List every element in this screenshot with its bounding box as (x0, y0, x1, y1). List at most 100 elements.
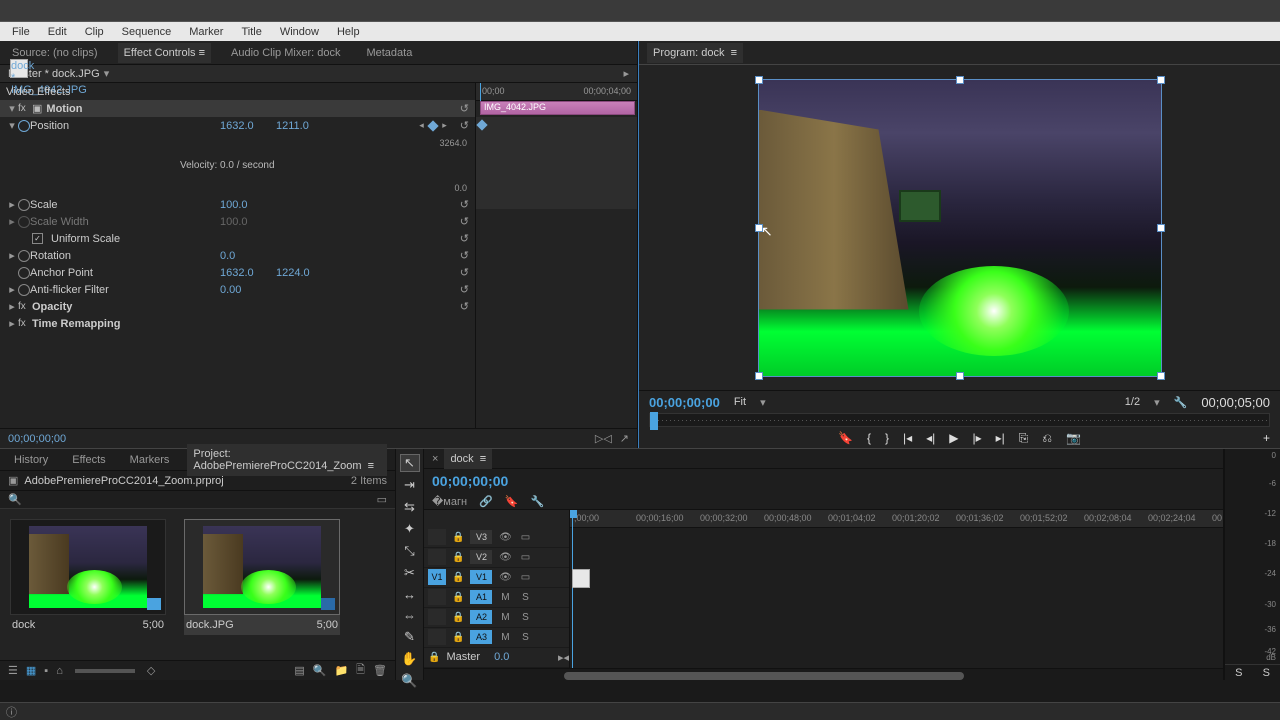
mute-a2-icon[interactable]: M (498, 612, 512, 623)
lock-v3-icon[interactable]: 🔒 (452, 532, 464, 543)
linked-selection-icon[interactable]: 🔗 (479, 495, 493, 508)
solo-a1-icon[interactable]: S (518, 592, 532, 603)
timeline-playhead[interactable] (572, 510, 573, 668)
lock-a2-icon[interactable]: 🔒 (452, 612, 464, 623)
track-a1[interactable]: A1 (470, 590, 492, 604)
motion-label[interactable]: Motion (46, 103, 82, 115)
reset-rotation-icon[interactable]: ↺ (460, 249, 469, 262)
reset-scalewidth-icon[interactable]: ↺ (460, 215, 469, 228)
eye-v2-icon[interactable]: 👁 (498, 552, 512, 563)
reset-antiflicker-icon[interactable]: ↺ (460, 283, 469, 296)
lock-v2-icon[interactable]: 🔒 (452, 552, 464, 563)
loop-playback-icon[interactable]: ▷◁ (595, 432, 612, 445)
menu-clip[interactable]: Clip (77, 24, 112, 40)
position-y-value[interactable]: 1211.0 (276, 120, 332, 132)
ec-timecode[interactable]: 00;00;00;00 (8, 433, 66, 445)
rotation-value[interactable]: 0.0 (220, 250, 276, 262)
lock-master-icon[interactable]: 🔒 (428, 652, 440, 663)
menu-edit[interactable]: Edit (40, 24, 75, 40)
step-back-icon[interactable]: ◂| (926, 431, 935, 445)
timeline-clip[interactable] (572, 569, 590, 588)
anchor-x-value[interactable]: 1632.0 (220, 267, 276, 279)
handle-tr[interactable] (1157, 76, 1165, 84)
solo-right-icon[interactable]: S (1263, 667, 1270, 679)
tl-settings-icon[interactable]: 🔧 (530, 495, 544, 508)
bin-item-sequence[interactable]: dock5;00 (10, 519, 166, 650)
list-view-icon[interactable]: ☰ (8, 664, 18, 677)
freeform-view-icon[interactable]: ▪ (44, 665, 48, 677)
program-time-ruler[interactable] (649, 413, 1270, 427)
twirl-position[interactable]: ▾ (6, 119, 18, 132)
lock-v1-icon[interactable]: 🔒 (452, 572, 464, 583)
sync-v3-icon[interactable]: ▭ (518, 532, 532, 543)
twirl-motion[interactable]: ▾ (6, 102, 18, 115)
reset-anchor-icon[interactable]: ↺ (460, 266, 469, 279)
search-icon[interactable]: 🔍 (8, 493, 22, 506)
mark-in-icon[interactable]: { (867, 431, 871, 445)
status-info-icon[interactable]: ⓘ (6, 704, 17, 720)
tab-effect-controls[interactable]: Effect Controls ≡ (118, 43, 211, 63)
tab-effects[interactable]: Effects (66, 450, 111, 470)
scale-value[interactable]: 100.0 (220, 199, 276, 211)
sync-v2-icon[interactable]: ▭ (518, 552, 532, 563)
position-x-value[interactable]: 1632.0 (220, 120, 276, 132)
filter-bin-icon[interactable]: ▭ (377, 493, 387, 506)
handle-br[interactable] (1157, 372, 1165, 380)
sort-icon-icon[interactable]: ⌂ (56, 665, 63, 677)
clip-link[interactable]: dock * IMG_4042.JPG (10, 59, 28, 78)
tab-markers[interactable]: Markers (124, 450, 176, 470)
mute-a1-icon[interactable]: M (498, 592, 512, 603)
opacity-label[interactable]: Opacity (32, 301, 72, 313)
program-timecode[interactable]: 00;00;00;00 (649, 395, 720, 410)
tab-audio-mixer[interactable]: Audio Clip Mixer: dock (225, 43, 346, 63)
twirl-timeremapping[interactable]: ▸ (6, 317, 18, 330)
export-frame-icon[interactable]: 📷 (1066, 431, 1081, 445)
tab-sequence[interactable]: dock ≡ (444, 449, 492, 469)
mark-out-icon[interactable]: } (885, 431, 889, 445)
stopwatch-position-icon[interactable] (18, 120, 30, 132)
uniform-scale-checkbox[interactable]: ✓ (32, 233, 43, 244)
antiflicker-value[interactable]: 0.00 (220, 284, 276, 296)
menu-title[interactable]: Title (233, 24, 269, 40)
menu-file[interactable]: File (4, 24, 38, 40)
ec-keyframe-area[interactable] (476, 117, 637, 209)
timeline-timecode[interactable]: 00;00;00;00 (432, 473, 508, 489)
tab-metadata[interactable]: Metadata (360, 43, 418, 63)
pen-tool-icon[interactable]: ✎ (401, 629, 419, 645)
zoom-fit[interactable]: Fit (734, 396, 746, 408)
reset-scale-icon[interactable]: ↺ (460, 198, 469, 211)
keyframe-marker-icon[interactable] (476, 119, 487, 130)
go-to-in-icon[interactable]: |◂ (903, 431, 912, 445)
timeline-content[interactable]: ;00;00 00;00;16;00 00;00;32;00 00;00;48;… (570, 510, 1223, 668)
ec-clip-bar[interactable]: IMG_4042.JPG (480, 101, 635, 115)
play-icon[interactable]: ▶ (949, 431, 958, 445)
twirl-opacity[interactable]: ▸ (6, 300, 18, 313)
zoom-dropdown-icon[interactable]: ▾ (760, 396, 766, 409)
reset-position-icon[interactable]: ↺ (460, 119, 469, 132)
master-meter-icon[interactable]: ▸◂ (558, 651, 569, 664)
extract-icon[interactable]: ⎌ (1042, 431, 1052, 446)
mute-a3-icon[interactable]: M (498, 632, 512, 643)
reset-opacity-icon[interactable]: ↺ (460, 300, 469, 313)
twirl-antiflicker[interactable]: ▸ (6, 283, 18, 296)
tab-history[interactable]: History (8, 450, 54, 470)
export-frame-icon[interactable]: ↗ (620, 432, 629, 445)
menu-help[interactable]: Help (329, 24, 368, 40)
monitor-selection-frame[interactable] (758, 79, 1162, 377)
track-v2[interactable]: V2 (470, 550, 492, 564)
effect-controls-timeline[interactable]: 00;00 00;00;04;00 IMG_4042.JPG (475, 83, 637, 428)
master-gain[interactable]: 0.0 (494, 651, 509, 663)
handle-tl[interactable] (755, 76, 763, 84)
reset-uniform-icon[interactable]: ↺ (460, 232, 469, 245)
eye-v3-icon[interactable]: 👁 (498, 532, 512, 543)
snap-icon[interactable]: �магн (432, 495, 467, 508)
resolution-dropdown-icon[interactable]: ▾ (1154, 396, 1160, 409)
stopwatch-antiflicker-icon[interactable] (18, 284, 30, 296)
stopwatch-rotation-icon[interactable] (18, 250, 30, 262)
razor-tool-icon[interactable]: ✂ (401, 565, 419, 581)
track-v1[interactable]: V1 (470, 570, 492, 584)
ec-playhead[interactable] (480, 83, 481, 101)
eye-v1-icon[interactable]: 👁 (498, 572, 512, 583)
close-tab-icon[interactable]: × (432, 453, 438, 465)
new-bin-icon[interactable]: 📁 (334, 664, 348, 677)
